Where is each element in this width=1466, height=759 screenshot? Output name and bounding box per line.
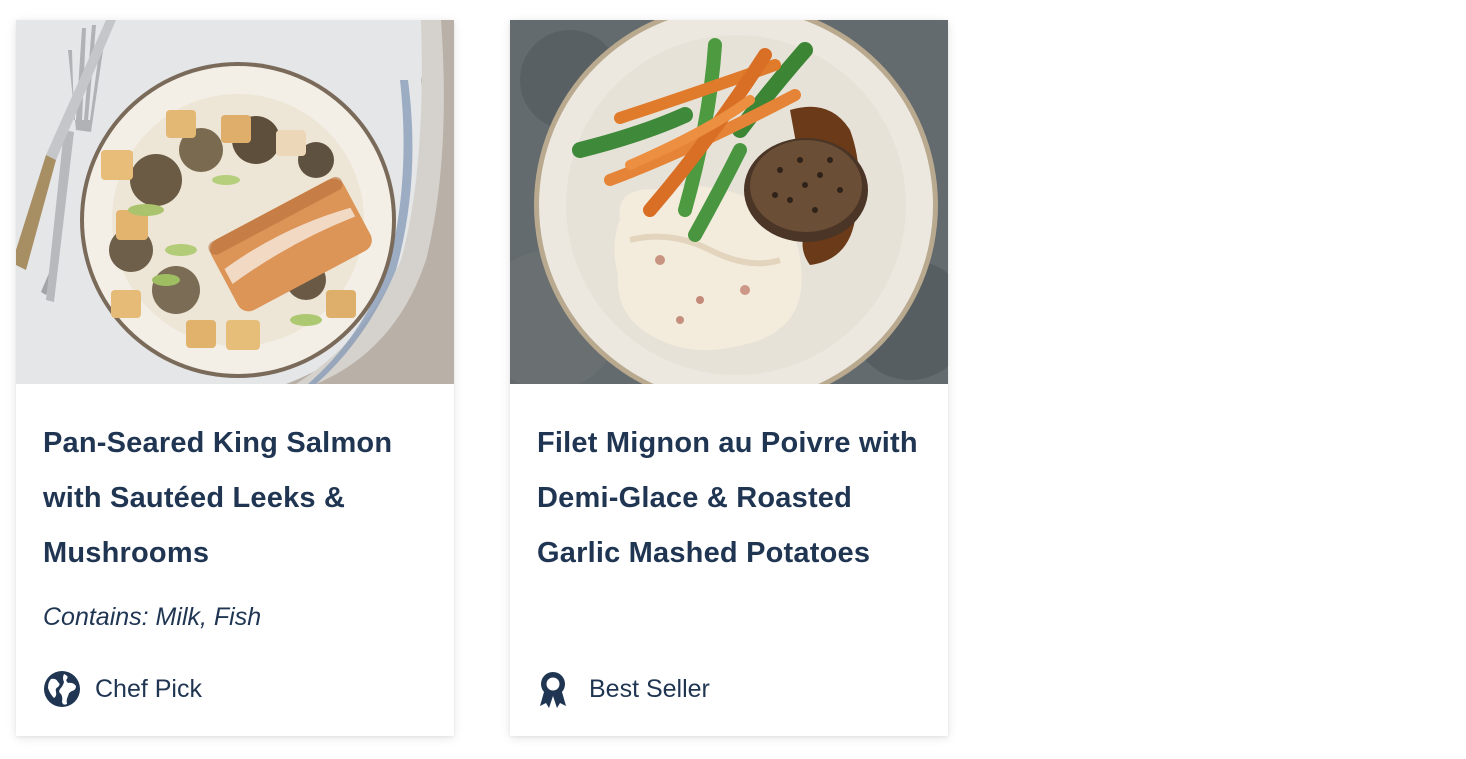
best-seller-badge: Best Seller (537, 670, 710, 708)
badge-label: Chef Pick (95, 674, 202, 703)
recipe-card-filet-mignon[interactable]: Filet Mignon au Poivre with Demi-Glace &… (510, 20, 948, 736)
chef-pick-badge: Chef Pick (43, 670, 202, 708)
recipe-card-salmon[interactable]: Pan-Seared King Salmon with Sautéed Leek… (16, 20, 454, 736)
recipe-title[interactable]: Filet Mignon au Poivre with Demi-Glace &… (537, 384, 921, 581)
recipe-card-body: Pan-Seared King Salmon with Sautéed Leek… (16, 384, 454, 632)
award-ribbon-icon (537, 670, 575, 708)
allergen-info: Contains: Milk, Fish (43, 603, 262, 631)
badge-label: Best Seller (589, 674, 710, 703)
salmon-dish-photo[interactable] (16, 20, 454, 384)
filet-mignon-dish-photo[interactable] (510, 20, 948, 384)
recipe-card-body: Filet Mignon au Poivre with Demi-Glace &… (510, 384, 948, 581)
recipe-grid: Pan-Seared King Salmon with Sautéed Leek… (0, 0, 1466, 759)
globe-icon (43, 670, 81, 708)
recipe-title[interactable]: Pan-Seared King Salmon with Sautéed Leek… (43, 384, 427, 581)
